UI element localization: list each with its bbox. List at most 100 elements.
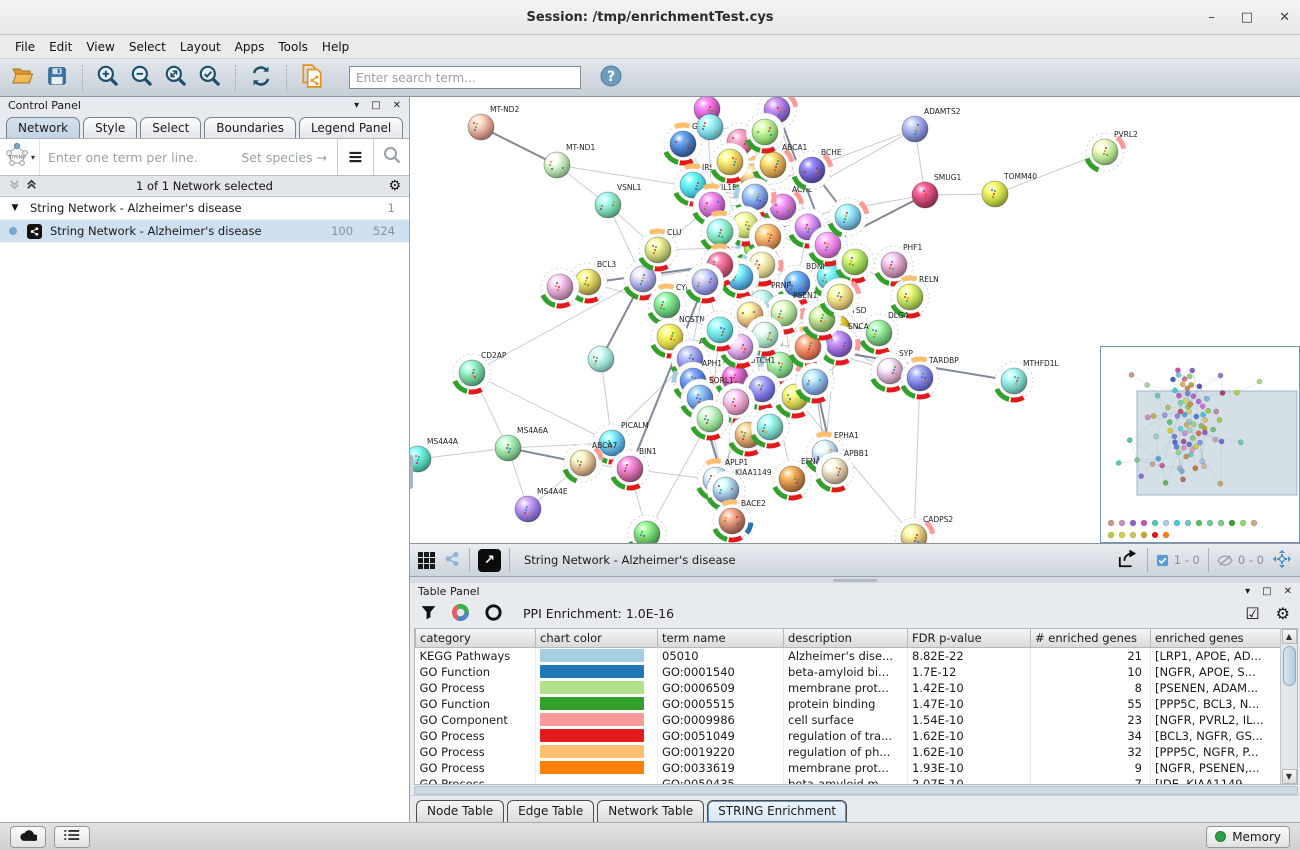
network-node[interactable] [701, 311, 739, 349]
cell-term[interactable]: GO:0050435 [658, 776, 784, 785]
cell-description[interactable]: cell surface [784, 712, 908, 728]
table-row[interactable]: GO ProcessGO:0033619membrane prot...1.93… [416, 760, 1281, 776]
cell-description[interactable]: regulation of tra... [784, 728, 908, 744]
cell-count[interactable]: 32 [1031, 744, 1151, 760]
cell-term[interactable]: GO:0009986 [658, 712, 784, 728]
memory-button[interactable]: Memory [1206, 826, 1290, 848]
cloud-tasks-button[interactable] [10, 826, 46, 848]
column-header[interactable]: enriched genes [1151, 629, 1281, 648]
cell-category[interactable]: GO Process [416, 680, 536, 696]
tab-network-table[interactable]: Network Table [597, 800, 704, 822]
network-node-tardbp[interactable]: TARDBP [901, 356, 959, 397]
open-session-button[interactable] [8, 63, 38, 93]
remove-chart-icon[interactable] [484, 603, 503, 625]
table-row[interactable]: GO FunctionGO:0005515protein binding1.47… [416, 696, 1281, 712]
network-node[interactable] [541, 268, 579, 306]
tab-edge-table[interactable]: Edge Table [507, 800, 594, 822]
cell-fdr[interactable]: 1.62E-10 [908, 728, 1031, 744]
network-node-mthfd1l[interactable]: MTHFD1L [995, 359, 1060, 400]
tab-style[interactable]: Style [83, 117, 137, 138]
network-node-adamts2[interactable]: ADAMTS2 [902, 107, 961, 142]
chart-color-cell[interactable] [536, 680, 658, 696]
table-vertical-scrollbar[interactable]: ▲ ▼ [1280, 629, 1297, 784]
tab-legend-panel[interactable]: Legend Panel [299, 117, 403, 138]
scrollbar-thumb[interactable] [1283, 646, 1296, 686]
cell-genes[interactable]: [NGFR, APOE, S... [1151, 664, 1281, 680]
column-header[interactable]: FDR p-value [908, 629, 1031, 648]
cell-description[interactable]: Alzheimer's dise... [784, 648, 908, 664]
table-panel-close-icon[interactable]: ✕ [1284, 586, 1292, 597]
panel-menu-icon[interactable]: ▾ [354, 100, 359, 111]
cell-term[interactable]: 05010 [658, 648, 784, 664]
tab-select[interactable]: Select [140, 117, 201, 138]
cell-genes[interactable]: [BCL3, NGFR, GS... [1151, 728, 1281, 744]
close-icon[interactable]: ✕ [1279, 11, 1290, 24]
table-row[interactable]: GO ProcessGO:0006509membrane prot...1.42… [416, 680, 1281, 696]
network-edge[interactable] [418, 448, 508, 459]
network-node-bche[interactable]: BCHE [793, 148, 842, 189]
cell-genes[interactable]: [NGFR, PSENEN,... [1151, 760, 1281, 776]
zoom-in-button[interactable] [93, 63, 123, 93]
enrichment-table[interactable]: categorychart colorterm namedescriptionF… [415, 629, 1280, 784]
chart-color-cell[interactable] [536, 744, 658, 760]
column-header[interactable]: # enriched genes [1031, 629, 1151, 648]
cell-count[interactable]: 23 [1031, 712, 1151, 728]
network-node[interactable] [821, 278, 859, 316]
detach-view-button[interactable]: ↗ [478, 549, 501, 572]
table-row[interactable]: GO ProcessGO:0019220regulation of ph...1… [416, 744, 1281, 760]
network-canvas[interactable]: MT-ND2MT-ND1VSNL1GAB2IRS1ADAMTS2PVRL2SMU… [410, 97, 1300, 544]
cell-description[interactable]: beta-amyloid bi... [784, 664, 908, 680]
scroll-down-arrow[interactable]: ▼ [1282, 769, 1297, 784]
cell-description[interactable]: regulation of ph... [784, 744, 908, 760]
cell-description[interactable]: beta-amyloid m... [784, 776, 908, 785]
network-node[interactable] [829, 198, 867, 236]
birdseye-view[interactable] [1100, 346, 1300, 543]
cell-genes[interactable]: [IDE, KIAA1149... [1151, 776, 1281, 785]
cell-description[interactable]: membrane prot... [784, 760, 908, 776]
table-row[interactable]: GO ProcessGO:0051049regulation of tra...… [416, 728, 1281, 744]
string-query-input[interactable] [40, 139, 337, 175]
task-history-button[interactable] [54, 826, 90, 848]
table-row[interactable]: GO FunctionGO:0001540beta-amyloid bi...1… [416, 664, 1281, 680]
birdseye-toggle-icon[interactable] [443, 550, 461, 571]
network-node-tomm40[interactable]: TOMM40 [982, 172, 1037, 207]
network-node[interactable] [588, 346, 614, 372]
network-node[interactable] [686, 263, 724, 301]
export-network-icon[interactable] [1117, 549, 1139, 572]
chart-color-cell[interactable] [536, 648, 658, 664]
cell-genes[interactable]: [PPP5C, BCL3, N... [1151, 696, 1281, 712]
table-panel-float-icon[interactable]: □ [1262, 586, 1271, 597]
menu-help[interactable]: Help [315, 37, 356, 57]
tab-node-table[interactable]: Node Table [416, 800, 504, 822]
panel-float-icon[interactable]: □ [371, 100, 380, 111]
cell-genes[interactable]: [NGFR, PVRL2, IL... [1151, 712, 1281, 728]
network-node[interactable] [697, 114, 723, 140]
network-node-clu[interactable]: CLU [639, 228, 682, 269]
network-node[interactable] [836, 243, 874, 281]
cell-fdr[interactable]: 1.54E-10 [908, 712, 1031, 728]
cell-fdr[interactable]: 1.93E-10 [908, 760, 1031, 776]
tab-boundaries[interactable]: Boundaries [204, 117, 296, 138]
network-node-cd2ap[interactable]: CD2AP [453, 351, 507, 392]
network-node-vsnl1[interactable]: VSNL1 [595, 183, 642, 218]
tab-network[interactable]: Network [6, 117, 80, 138]
cell-term[interactable]: GO:0006509 [658, 680, 784, 696]
chart-color-cell[interactable] [536, 728, 658, 744]
column-header[interactable]: description [784, 629, 908, 648]
cell-genes[interactable]: [LRP1, APOE, AD... [1151, 648, 1281, 664]
column-header[interactable]: term name [658, 629, 784, 648]
cell-fdr[interactable]: 2.07E-10 [908, 776, 1031, 785]
cell-category[interactable]: KEGG Pathways [416, 648, 536, 664]
tree-collapse-icon[interactable]: ▼ [0, 203, 30, 213]
menu-select[interactable]: Select [122, 37, 173, 57]
cell-category[interactable]: GO Process [416, 744, 536, 760]
cell-term[interactable]: GO:0001540 [658, 664, 784, 680]
cell-fdr[interactable]: 1.42E-10 [908, 680, 1031, 696]
network-node[interactable] [691, 400, 729, 438]
network-node-smug1[interactable]: SMUG1 [912, 173, 962, 208]
column-header[interactable]: category [416, 629, 536, 648]
help-button[interactable]: ? [599, 64, 623, 91]
table-row[interactable]: GO ProcessGO:0050435beta-amyloid m...2.0… [416, 776, 1281, 785]
table-horizontal-scrollbar[interactable] [414, 786, 1298, 795]
birdseye-viewport[interactable] [1137, 391, 1297, 495]
